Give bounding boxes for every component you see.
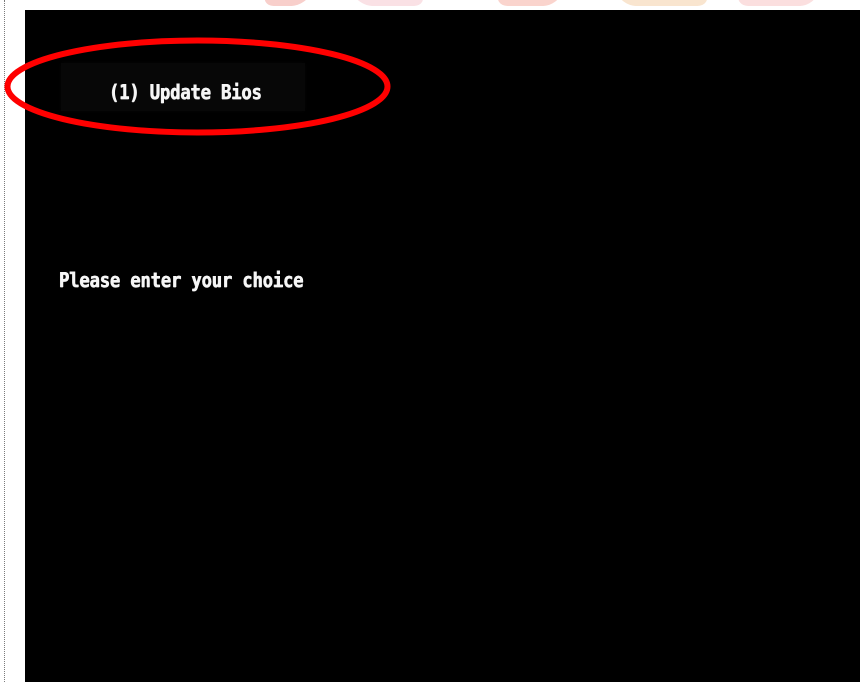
watermark-shape bbox=[493, 0, 571, 6]
watermark-shape bbox=[260, 0, 323, 6]
watermark-shape bbox=[608, 0, 712, 6]
watermark-shape bbox=[341, 0, 429, 6]
bios-screen: (1) Update Bios Please enter your choice bbox=[25, 10, 860, 682]
screenshot-page: (1) Update Bios Please enter your choice bbox=[0, 0, 860, 682]
top-watermark bbox=[260, 0, 860, 10]
choice-prompt: Please enter your choice bbox=[59, 268, 304, 292]
left-dotted-rule bbox=[4, 0, 5, 682]
watermark-shape bbox=[734, 0, 826, 6]
update-bios-option[interactable]: (1) Update Bios bbox=[109, 82, 262, 102]
